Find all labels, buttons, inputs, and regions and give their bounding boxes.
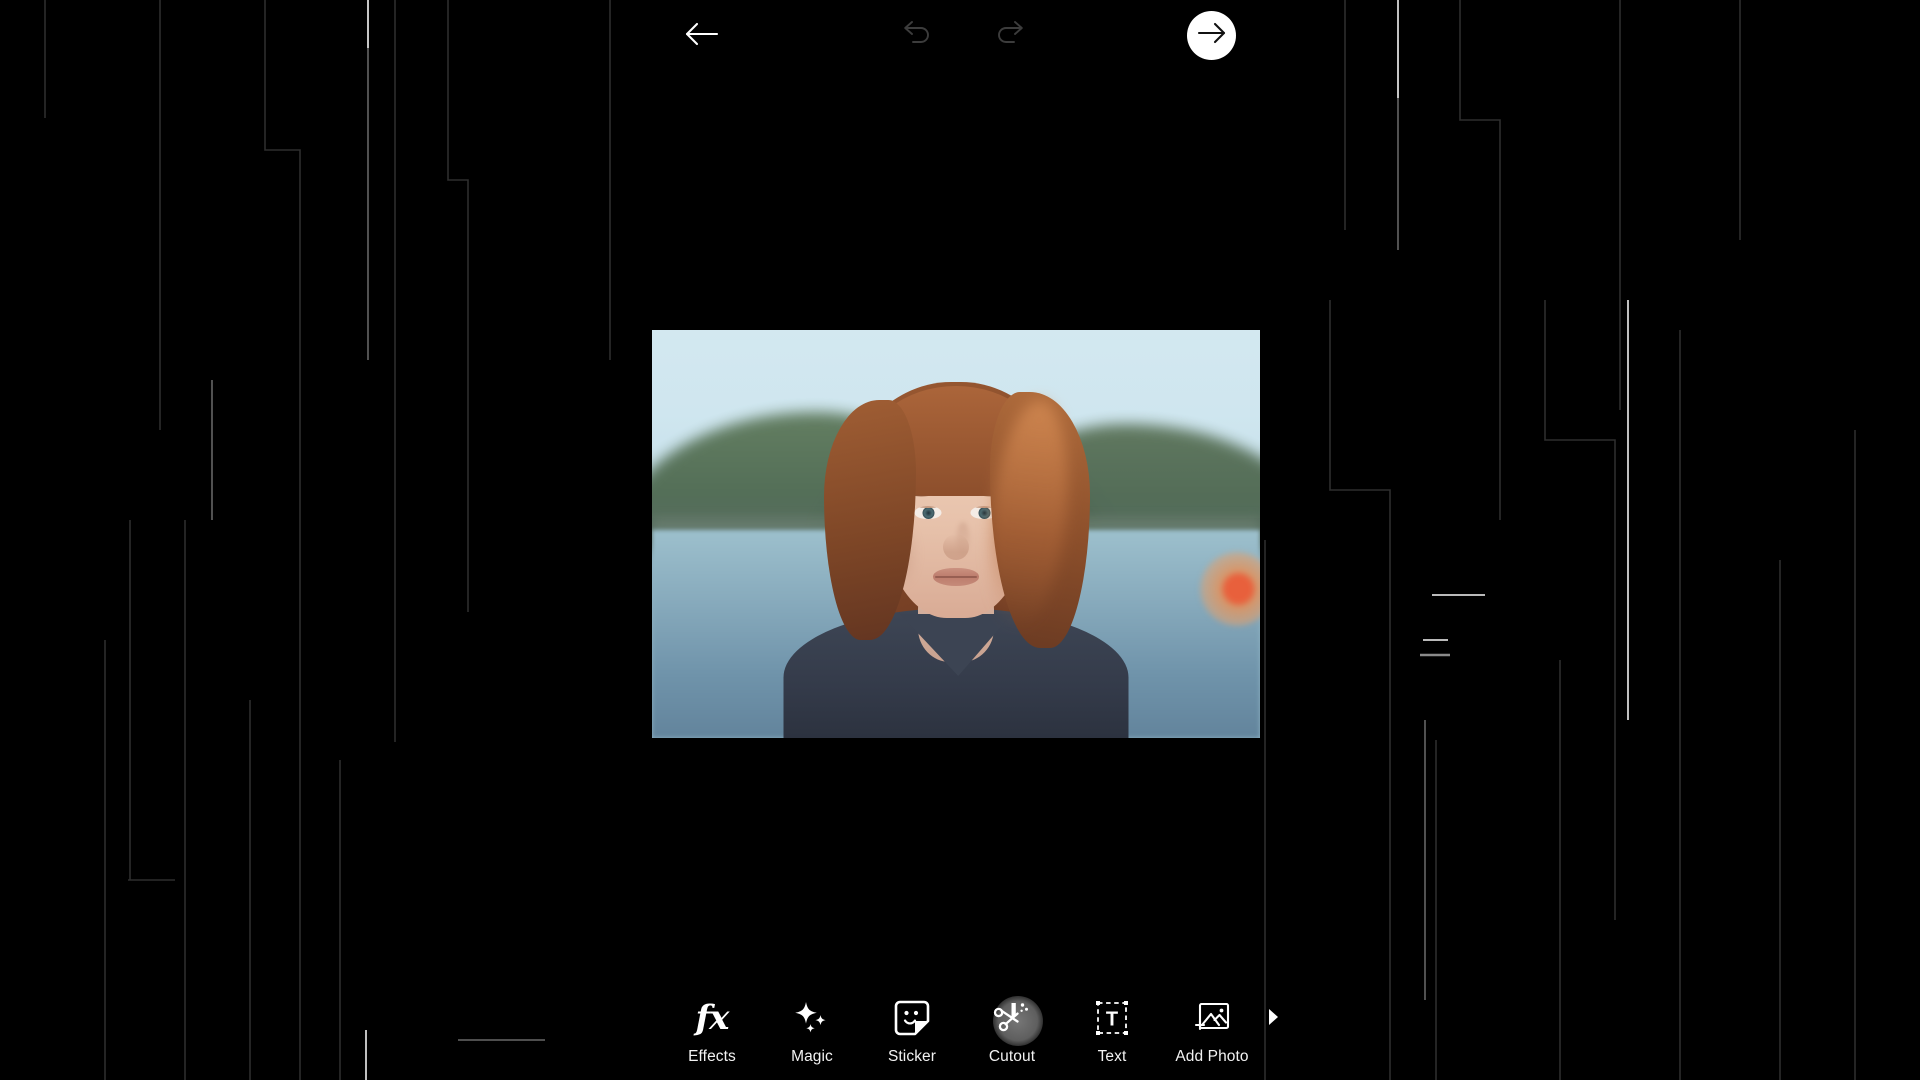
tool-text[interactable]: T Text: [1062, 996, 1162, 1065]
subject-nose: [943, 534, 969, 560]
redo-icon: [995, 20, 1025, 52]
tool-add-photo[interactable]: Add Photo: [1162, 996, 1262, 1065]
arrow-left-icon: [685, 21, 719, 52]
subject-eye-left: [914, 506, 942, 519]
fx-icon: fx: [695, 997, 730, 1038]
editor-toolbar: fx Effects Magic Sticker Cutout T Text A…: [652, 984, 1278, 1080]
photo-canvas[interactable]: [652, 330, 1260, 738]
next-button[interactable]: [1187, 11, 1236, 60]
tool-label-sticker: Sticker: [887, 1047, 937, 1065]
photo-editor-app: fx Effects Magic Sticker Cutout T Text A…: [0, 0, 1920, 1080]
tool-magic[interactable]: Magic: [762, 996, 862, 1065]
chevron-right-icon: [1267, 1008, 1279, 1031]
undo-icon: [902, 20, 932, 52]
sparkles-icon: [790, 996, 834, 1040]
tool-sticker[interactable]: Sticker: [862, 996, 962, 1065]
text-t-icon: T: [1090, 996, 1134, 1040]
svg-text:T: T: [1106, 1008, 1118, 1030]
scissors-icon: [990, 996, 1034, 1040]
back-button[interactable]: [678, 12, 726, 60]
subject-lip-line: [935, 576, 977, 578]
tool-cutout[interactable]: Cutout: [962, 996, 1062, 1065]
portrait-photo: [652, 330, 1260, 738]
tool-label-magic: Magic: [791, 1047, 833, 1065]
tool-label-cutout: Cutout: [988, 1047, 1036, 1065]
add-image-icon: [1190, 996, 1234, 1040]
tool-label-add-photo: Add Photo: [1175, 1047, 1249, 1065]
redo-button[interactable]: [986, 12, 1034, 60]
tool-label-text: Text: [1097, 1047, 1127, 1065]
photo-subject: [652, 330, 1260, 738]
tool-effects[interactable]: fx Effects: [662, 996, 762, 1065]
more-tools-button[interactable]: [1262, 1008, 1284, 1031]
tool-label-effects: Effects: [688, 1047, 736, 1065]
sticker-icon: [890, 996, 934, 1040]
arrow-right-icon: [1197, 21, 1227, 50]
undo-button[interactable]: [893, 12, 941, 60]
